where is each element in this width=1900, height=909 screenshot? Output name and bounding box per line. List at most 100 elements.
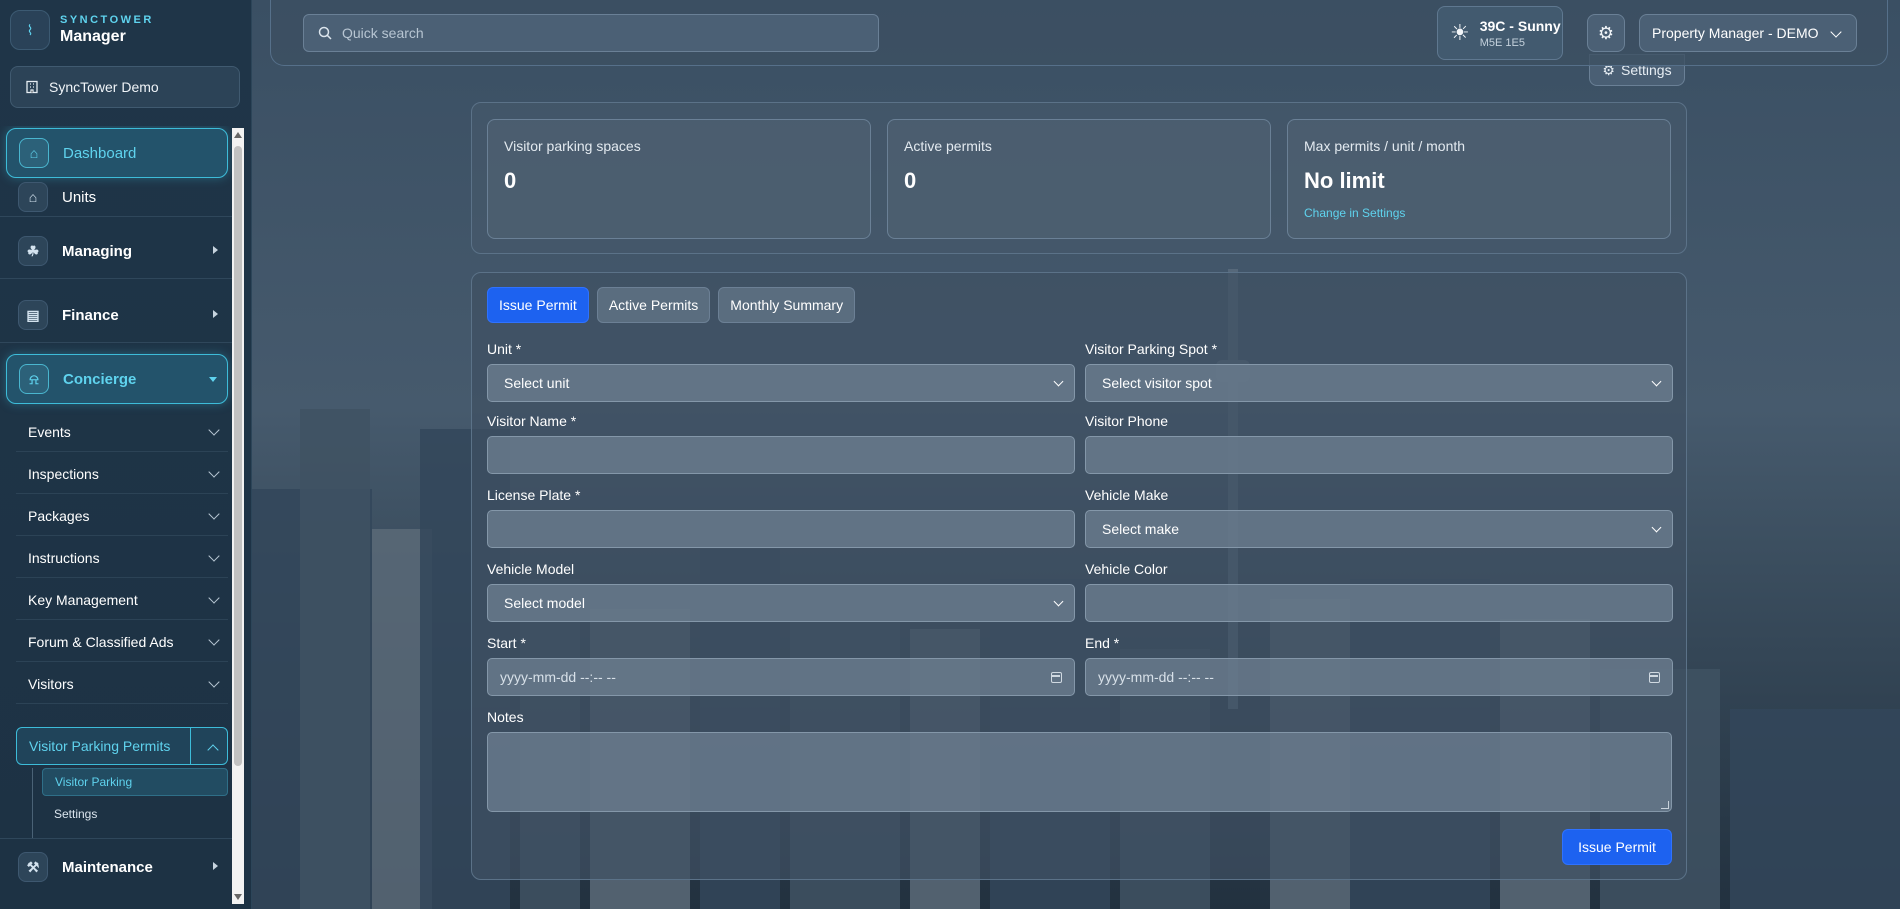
chevron-down-icon [1651, 376, 1662, 387]
sidebar-item-units[interactable]: ⌂ Units [6, 172, 228, 222]
visitor-name-field: Visitor Name * [487, 413, 1075, 474]
license-plate-label: License Plate * [487, 487, 581, 503]
sidebar-sub-visitor-parking-permits[interactable]: Visitor Parking Permits [16, 727, 228, 765]
role-label: Property Manager - DEMO [1652, 25, 1819, 41]
search-input[interactable] [342, 25, 862, 41]
stat-max-permits: Max permits / unit / month No limit Chan… [1287, 119, 1671, 239]
sidebar-item-label: Units [62, 188, 97, 206]
sidebar-sub-label: Visitors [28, 675, 74, 692]
end-datetime-input[interactable]: yyyy-mm-dd --:-- -- [1085, 658, 1673, 696]
chevron-down-icon [208, 592, 220, 604]
tab-monthly-summary[interactable]: Monthly Summary [718, 287, 856, 323]
sidebar-sub-key-management[interactable]: Key Management [16, 580, 228, 620]
unit-select[interactable]: Select unit [487, 364, 1075, 402]
stat-value: 0 [904, 168, 917, 193]
chevron-down-icon [1830, 26, 1842, 38]
visitor-name-input[interactable] [487, 436, 1075, 474]
sidebar-item-concierge[interactable]: ⍾ Concierge [6, 354, 228, 404]
caret-right-icon [213, 246, 218, 254]
weather-temp: 39C - Sunny [1479, 17, 1561, 34]
sidebar-sub-visitors[interactable]: Visitors [16, 664, 228, 704]
start-datetime-input[interactable]: yyyy-mm-dd --:-- -- [487, 658, 1075, 696]
sidebar-item-finance[interactable]: ▤ Finance [6, 290, 228, 340]
sun-icon: ☀ [1450, 20, 1470, 45]
caret-right-icon [213, 310, 218, 318]
building-selector[interactable]: SyncTower Demo [10, 66, 240, 108]
sidebar-item-label: Concierge [63, 370, 137, 388]
search-box[interactable] [303, 14, 879, 52]
vehicle-make-label: Vehicle Make [1085, 487, 1169, 503]
change-in-settings-link[interactable]: Change in Settings [1304, 206, 1405, 220]
home-icon: ⌂ [18, 182, 48, 212]
license-plate-field: License Plate * [487, 487, 1075, 548]
unit-field: Unit * Select unit [487, 341, 1075, 402]
visitor-spot-select[interactable]: Select visitor spot [1085, 364, 1673, 402]
sidebar-sub-instructions[interactable]: Instructions [16, 538, 228, 578]
sidebar-subsub-visitor-parking[interactable]: Visitor Parking [42, 768, 228, 796]
building-name: SyncTower Demo [49, 79, 159, 95]
spot-select-value: Select visitor spot [1102, 375, 1212, 391]
stat-active-permits: Active permits 0 [887, 119, 1271, 239]
sidebar-sub-events[interactable]: Events [16, 412, 228, 452]
sidebar-item-maintenance[interactable]: ⚒ Maintenance [6, 842, 228, 892]
make-select-value: Select make [1102, 521, 1180, 537]
sidebar-sub-forum[interactable]: Forum & Classified Ads [16, 622, 228, 662]
end-field: End * yyyy-mm-dd --:-- -- [1085, 635, 1673, 696]
sidebar-sub-packages[interactable]: Packages [16, 496, 228, 536]
chevron-down-icon [1651, 522, 1662, 533]
vehicle-color-field: Vehicle Color [1085, 561, 1673, 622]
tab-bar: Issue Permit Active Permits Monthly Summ… [487, 287, 856, 323]
sidebar: ⌇ SYNCTOWER Manager SyncTower Demo ⌂ Das… [0, 0, 252, 909]
sidebar-scrollbar[interactable] [232, 128, 244, 904]
visitor-phone-input[interactable] [1085, 436, 1673, 474]
role-dropdown[interactable]: Property Manager - DEMO [1639, 14, 1857, 52]
caret-right-icon [213, 862, 218, 870]
unit-select-value: Select unit [504, 375, 570, 391]
start-label: Start * [487, 635, 526, 651]
sidebar-item-managing[interactable]: ☘ Managing [6, 226, 228, 276]
calendar-icon[interactable] [1051, 672, 1062, 683]
chevron-down-icon [1053, 596, 1064, 607]
vehicle-color-input[interactable] [1085, 584, 1673, 622]
chevron-down-icon [208, 508, 220, 520]
vehicle-model-select[interactable]: Select model [487, 584, 1075, 622]
chevron-down-icon [208, 466, 220, 478]
sidebar-sub-label: Key Management [28, 591, 138, 608]
notes-field: Notes [487, 709, 1672, 812]
issue-permit-button[interactable]: Issue Permit [1562, 829, 1672, 865]
gear-icon: ⚙ [1597, 22, 1615, 43]
weather-widget: ☀ 39C - Sunny M5E 1E5 [1437, 6, 1563, 60]
settings-button[interactable]: ⚙ [1587, 14, 1625, 52]
vehicle-model-label: Vehicle Model [487, 561, 575, 577]
brand-main: Manager [60, 28, 126, 45]
chevron-down-icon [208, 676, 220, 688]
tab-active-permits[interactable]: Active Permits [596, 287, 711, 323]
vehicle-model-field: Vehicle Model Select model [487, 561, 1075, 622]
scrollbar-thumb[interactable] [234, 146, 242, 766]
top-bar: ☀ 39C - Sunny M5E 1E5 ⚙ Property Manager… [270, 0, 1888, 66]
weather-postal: M5E 1E5 [1479, 36, 1525, 49]
tab-issue-permit[interactable]: Issue Permit [487, 287, 589, 323]
sidebar-item-dashboard[interactable]: ⌂ Dashboard [6, 128, 228, 178]
sidebar-subsub-settings[interactable]: Settings [42, 800, 228, 828]
vehicle-make-field: Vehicle Make Select make [1085, 487, 1673, 548]
stat-value: No limit [1304, 168, 1385, 193]
model-select-value: Select model [504, 595, 585, 611]
sidebar-sub-inspections[interactable]: Inspections [16, 454, 228, 494]
resize-handle-icon[interactable] [1661, 801, 1669, 809]
building-icon [26, 80, 38, 94]
sidebar-sub-label: Instructions [28, 549, 100, 566]
stats-panel: Visitor parking spaces 0 Active permits … [471, 102, 1687, 254]
notes-textarea[interactable] [487, 732, 1672, 812]
scroll-down-arrow-icon[interactable] [234, 894, 242, 900]
scroll-up-arrow-icon[interactable] [234, 132, 242, 138]
sidebar-item-label: Dashboard [63, 144, 137, 162]
calendar-icon[interactable] [1649, 672, 1660, 683]
wrench-icon: ⚒ [18, 852, 48, 882]
license-plate-input[interactable] [487, 510, 1075, 548]
chevron-down-icon [208, 634, 220, 646]
vehicle-make-select[interactable]: Select make [1085, 510, 1673, 548]
start-field: Start * yyyy-mm-dd --:-- -- [487, 635, 1075, 696]
cluster-icon: ☘ [18, 236, 48, 266]
sidebar-sub-label: Packages [28, 507, 90, 524]
